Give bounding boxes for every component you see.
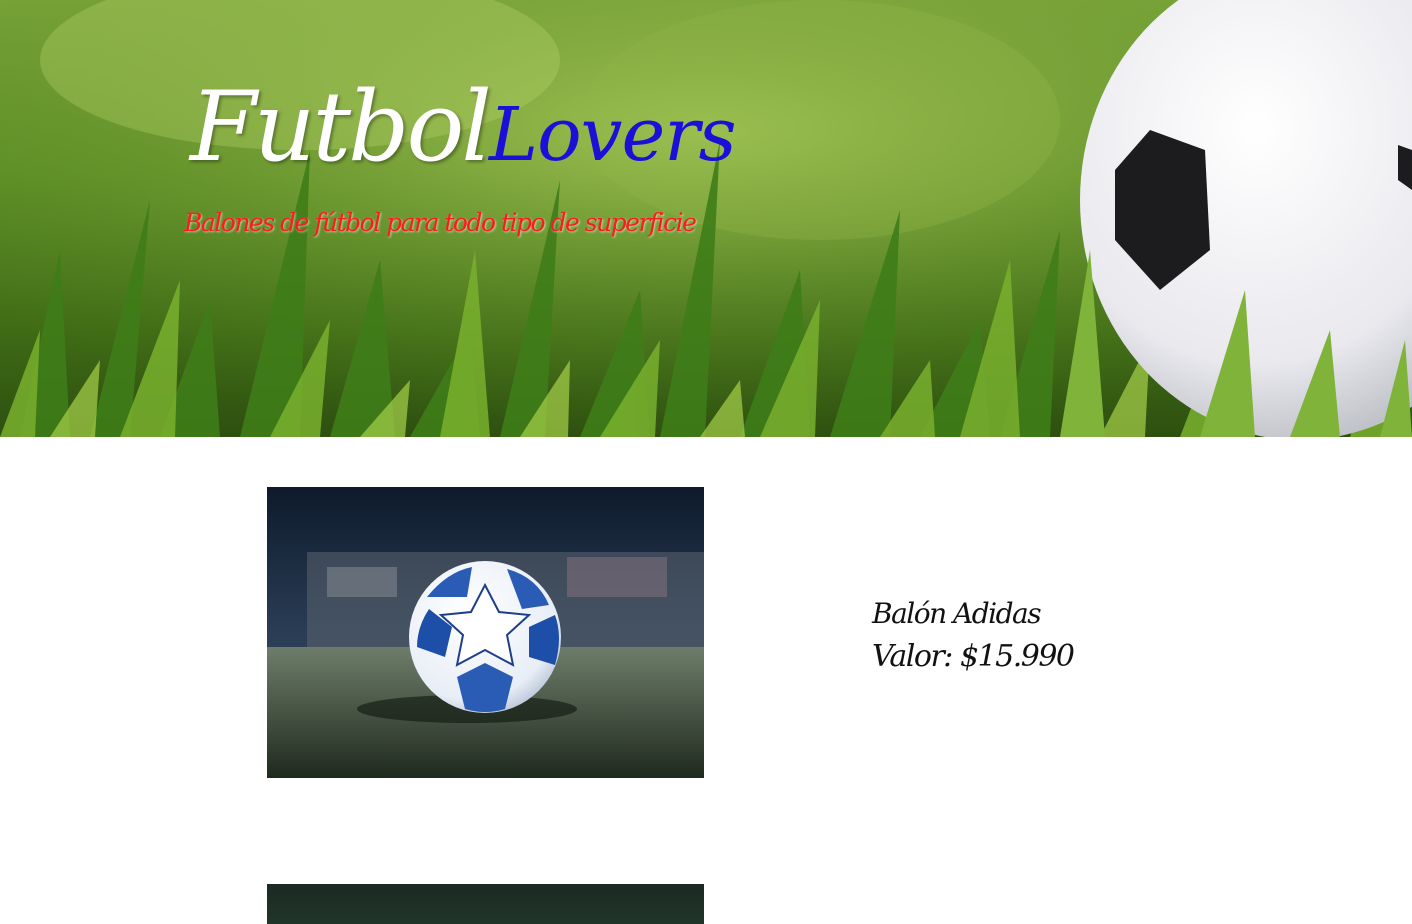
brand-word-futbol: Futbol (190, 71, 492, 183)
product-image[interactable] (267, 884, 704, 924)
site-tagline: Balones de fútbol para todo tipo de supe… (184, 208, 697, 237)
product-info: Balón Adidas Valor: $15.990 (872, 594, 1075, 680)
hero-banner: FutbolLovers Balones de fútbol para todo… (0, 0, 1412, 437)
product-image[interactable] (267, 487, 704, 778)
soccer-ball-photo (267, 487, 704, 778)
product-price: Valor: $15.990 (872, 639, 1075, 674)
product-name: Balón Adidas (872, 597, 1042, 630)
site-logo[interactable]: FutbolLovers (190, 71, 737, 190)
brand-word-lovers: Lovers (488, 92, 737, 178)
